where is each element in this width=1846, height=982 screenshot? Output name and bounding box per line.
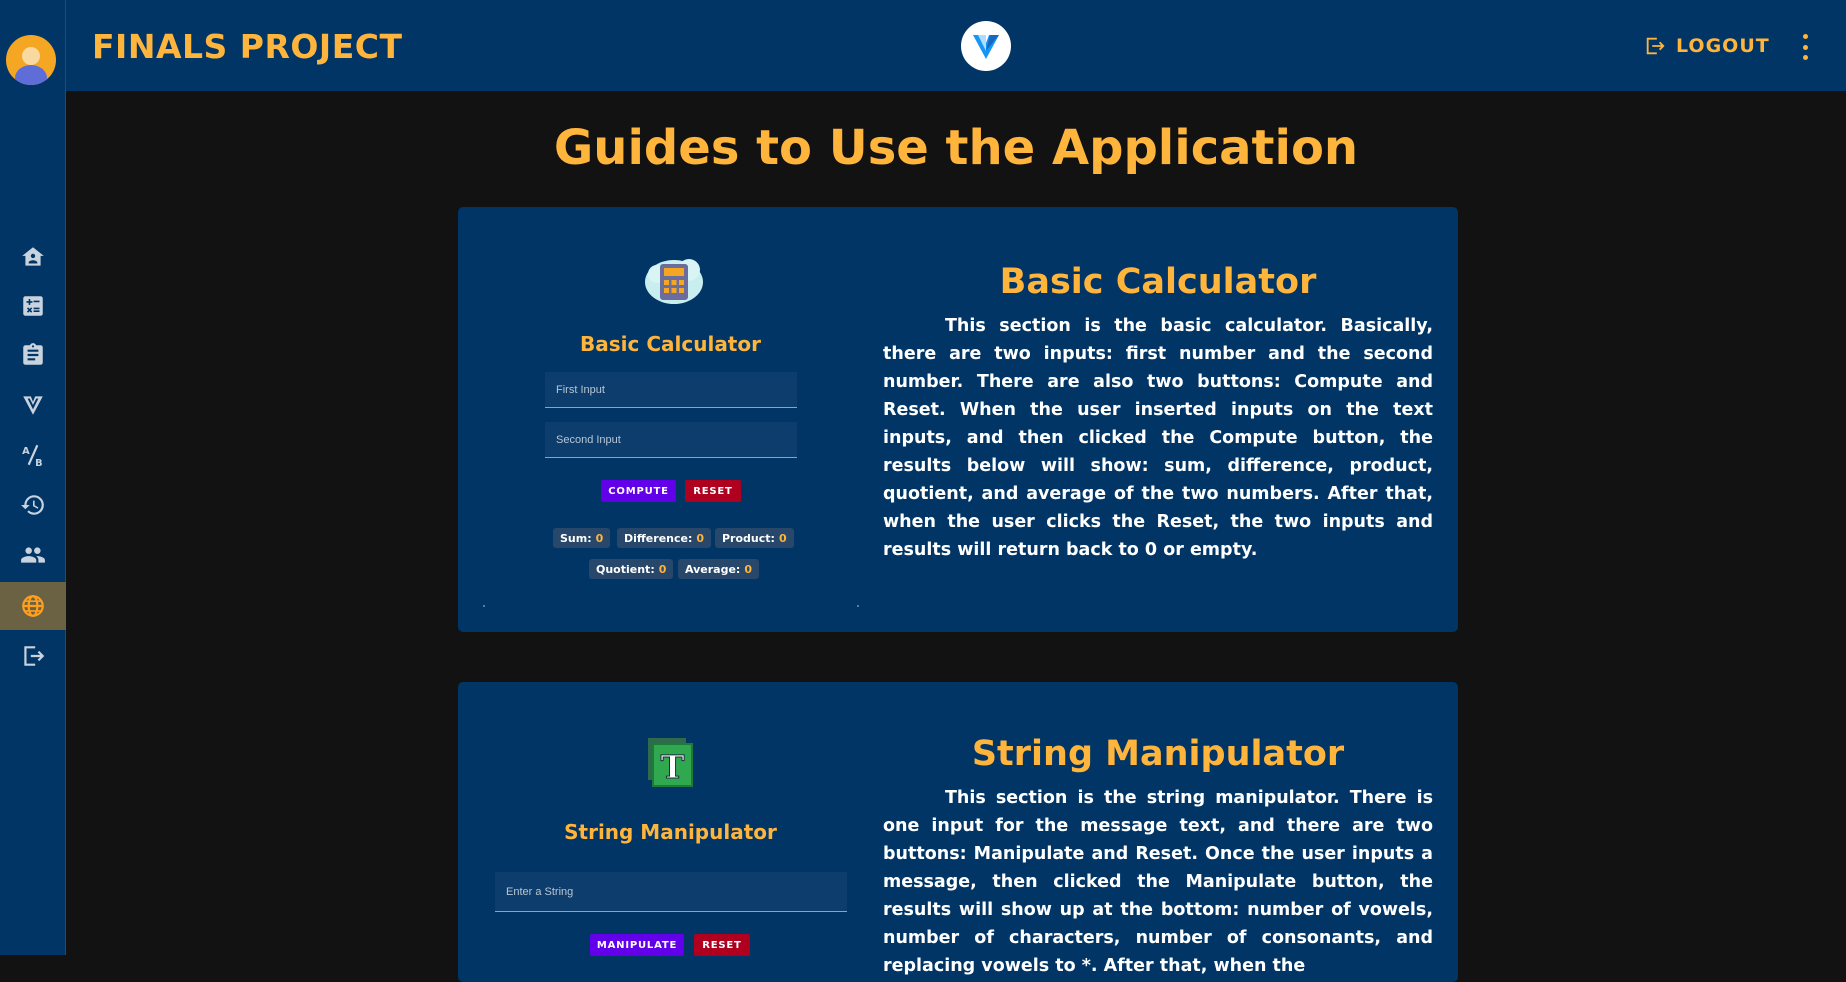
compute-button[interactable]: COMPUTE	[601, 480, 676, 502]
string-reset-button[interactable]: RESET	[694, 934, 750, 956]
sidebar-item-users[interactable]	[0, 531, 66, 579]
avatar[interactable]	[6, 35, 56, 85]
app-title: FINALS PROJECT	[92, 27, 403, 66]
difference-chip: Difference: 0	[617, 528, 712, 548]
globe-icon	[22, 595, 44, 617]
vuetify-logo	[961, 21, 1011, 71]
calculator-description-text: This section is the basic calculator. Ba…	[883, 316, 1433, 560]
vuetify-logo-icon	[973, 35, 999, 59]
logout-label: LOGOUT	[1676, 35, 1770, 57]
calculator-section-title: Basic Calculator	[999, 262, 1317, 302]
sidebar-item-home[interactable]	[0, 233, 66, 281]
sidebar-item-logout[interactable]	[0, 632, 66, 680]
divider-dot-left	[483, 605, 485, 607]
home-icon	[22, 247, 44, 266]
calculator-description: Basic Calculator This section is the bas…	[883, 262, 1433, 564]
calculator-icon	[645, 259, 703, 304]
quotient-chip: Quotient: 0	[589, 559, 674, 579]
sum-chip: Sum: 0	[553, 528, 611, 548]
users-icon	[21, 547, 45, 563]
sidebar-item-translate[interactable]: AB	[0, 431, 66, 479]
average-chip: Average: 0	[678, 559, 759, 579]
string-input-field[interactable]: Enter a String	[495, 872, 847, 912]
avatar-head	[22, 47, 40, 65]
translate-icon: AB	[22, 444, 43, 468]
string-description: String Manipulator This section is the s…	[883, 734, 1433, 980]
divider-dot-right	[857, 605, 859, 607]
sidebar-item-globe[interactable]	[0, 582, 66, 630]
vuetify-icon	[23, 396, 43, 415]
logout-icon	[1646, 37, 1665, 55]
reset-button[interactable]: RESET	[685, 480, 741, 502]
first-input-field[interactable]: First Input	[545, 372, 797, 408]
calculator-guide-card: Basic Calculator First Input Second Inpu…	[458, 207, 1458, 632]
svg-text:T: T	[661, 748, 685, 786]
calculator-icon	[23, 296, 43, 316]
history-icon	[21, 495, 44, 515]
sidebar-item-vuetify[interactable]	[0, 381, 66, 429]
svg-text:A: A	[22, 446, 30, 457]
string-section-title: String Manipulator	[971, 734, 1345, 774]
logout-icon	[24, 646, 45, 666]
sidebar-item-calculator[interactable]	[0, 282, 66, 330]
clipboard-icon	[23, 343, 43, 365]
sidebar: AB	[0, 0, 66, 955]
calculator-preview-title: Basic Calculator	[580, 332, 761, 356]
page-title: Guides to Use the Application	[553, 120, 1359, 176]
string-preview-title: String Manipulator	[564, 820, 777, 844]
sidebar-item-history[interactable]	[0, 481, 66, 529]
svg-text:B: B	[35, 458, 42, 468]
sidebar-item-clipboard[interactable]	[0, 331, 66, 379]
top-app-bar: FINALS PROJECT LOGOUT	[66, 0, 1846, 91]
product-chip: Product: 0	[715, 528, 794, 548]
second-input-field[interactable]: Second Input	[545, 422, 797, 458]
string-guide-card: T String Manipulator Enter a String MANI…	[458, 682, 1458, 982]
avatar-body	[15, 65, 47, 85]
manipulate-button[interactable]: MANIPULATE	[590, 934, 684, 956]
logout-button[interactable]: LOGOUT	[1644, 32, 1770, 60]
text-editor-icon: T	[648, 738, 693, 787]
more-menu-icon[interactable]	[1800, 34, 1810, 60]
string-description-text: This section is the string manipulator. …	[883, 788, 1433, 976]
